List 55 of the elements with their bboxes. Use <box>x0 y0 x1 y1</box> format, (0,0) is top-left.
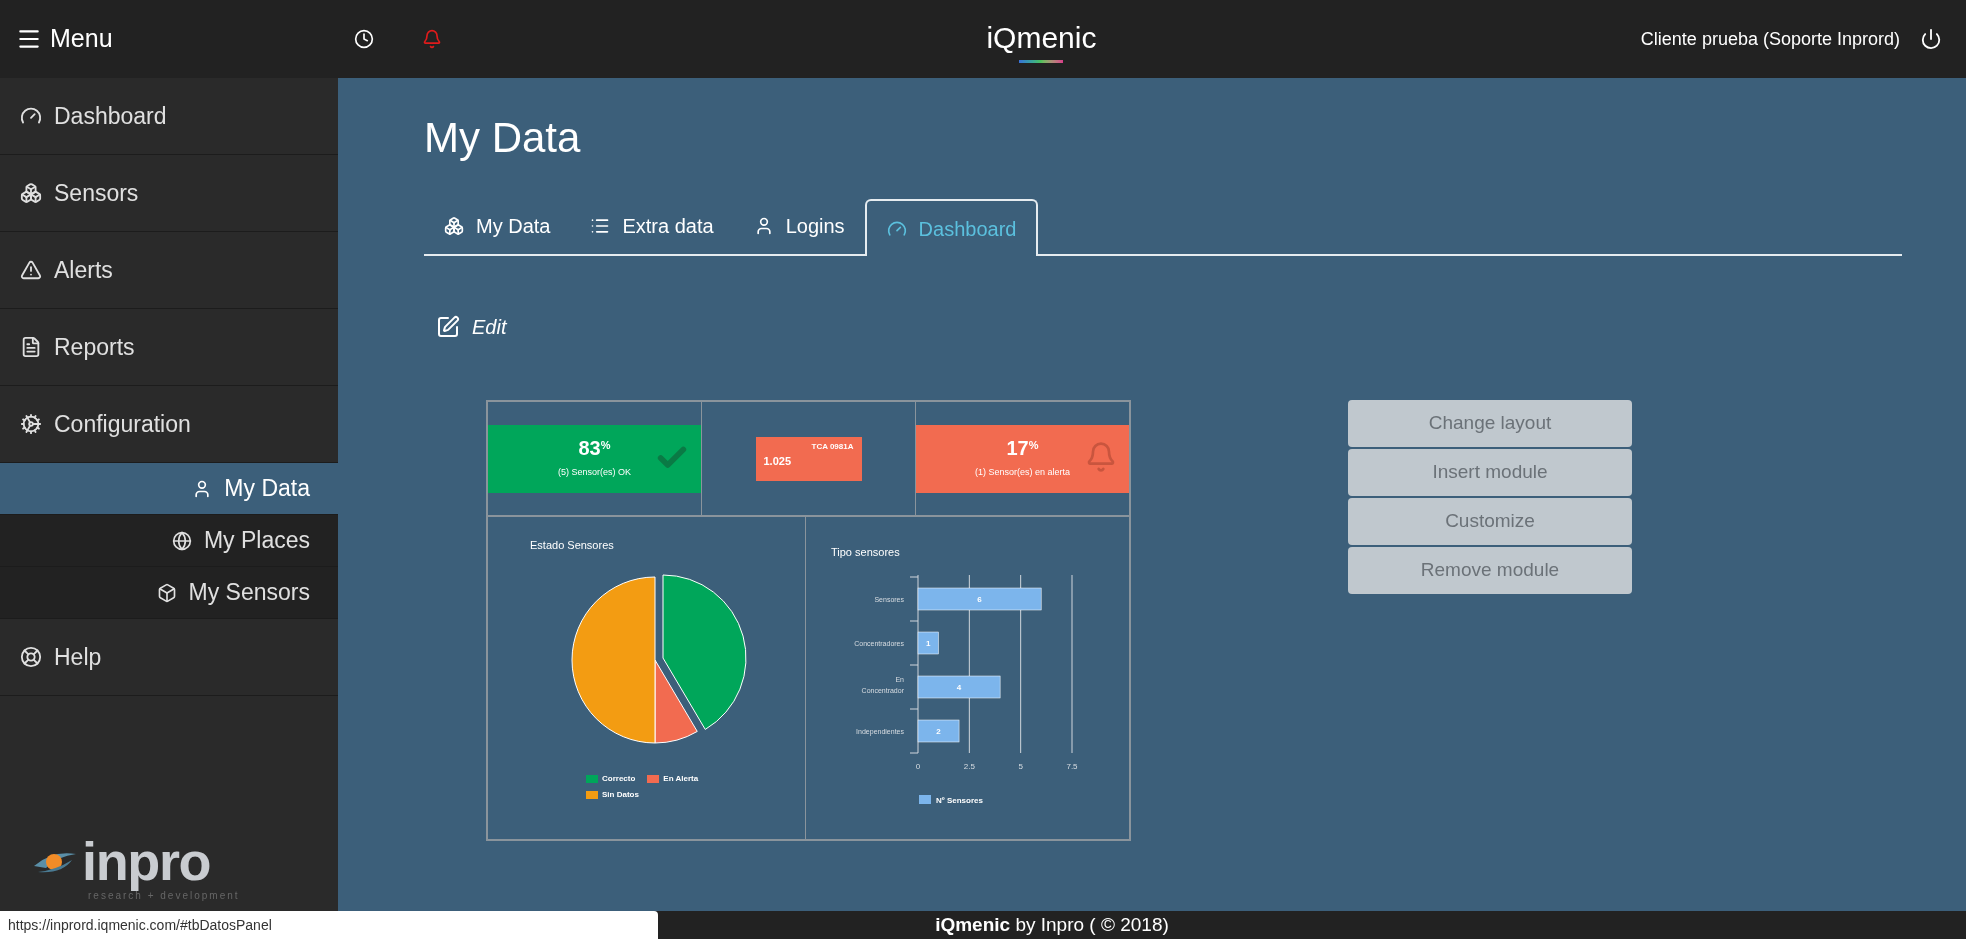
bar <box>917 719 960 743</box>
legend-swatch <box>919 795 931 804</box>
axis-tick-label: 0 <box>915 762 921 771</box>
warning-icon <box>20 259 42 281</box>
tab[interactable]: Extra data <box>570 197 734 254</box>
chart-title: Estado Sensores <box>530 538 614 553</box>
sidebar-item[interactable]: Reports <box>0 309 338 386</box>
sidebar-item[interactable]: Dashboard <box>0 78 338 155</box>
globe-icon <box>171 530 192 551</box>
tab[interactable]: My Data <box>424 197 571 254</box>
sidebar-subitem[interactable]: My Places <box>0 515 338 567</box>
gears-icon <box>20 413 42 435</box>
bar <box>917 631 939 655</box>
boxes-icon <box>444 215 464 236</box>
legend-label: Nº Sensores <box>936 796 983 805</box>
sidebar-subitem[interactable]: My Data <box>0 463 338 515</box>
chart-title: Tipo sensores <box>831 546 900 558</box>
stat-caption: (5) Sensor(es) OK <box>558 465 631 479</box>
power-icon[interactable] <box>1920 28 1942 50</box>
sidebar-item[interactable]: Help <box>0 619 338 696</box>
legend-label: En Alerta <box>663 773 699 785</box>
stat-value: 83$^{%}$ <box>578 437 611 458</box>
clock-icon[interactable] <box>354 29 374 49</box>
footer-credit: iQmenic by Inpro ( © 2018) <box>935 912 1169 937</box>
edit-link[interactable]: Edit <box>436 312 507 342</box>
stat-caption: (1) Sensor(es) en alerta <box>974 465 1070 479</box>
lifebuoy-icon <box>20 646 42 668</box>
legend-label: Sin Datos <box>602 789 639 801</box>
edit-icon <box>436 315 460 339</box>
app-title: iQmenic <box>986 20 1097 56</box>
bar-value-label: 1 <box>926 639 931 648</box>
legend-label: Correcto <box>602 773 636 785</box>
axis-tick-label: 2.5 <box>963 762 975 771</box>
sensor-name: TCA 0981A <box>811 440 854 453</box>
axis-tick-label: 5 <box>1018 762 1023 771</box>
sidebar-subitem[interactable]: My Sensors <box>0 567 338 619</box>
user-name[interactable]: Cliente prueba (Soporte Inprord) <box>1640 25 1900 53</box>
boxes-icon <box>20 182 42 204</box>
document-icon <box>20 336 42 358</box>
bar-value-label: 2 <box>936 727 941 736</box>
url-tooltip: https://inprord.iqmenic.com/#tbDatosPanel <box>0 911 658 939</box>
sidebar-item[interactable]: Sensors <box>0 155 338 232</box>
menu-button[interactable]: Menu <box>16 20 354 58</box>
page-title: My Data <box>424 113 582 163</box>
sensor-value: 1.025 <box>763 453 793 469</box>
axis-tick-label: 7.5 <box>1066 762 1078 771</box>
tab[interactable]: Logins <box>733 197 865 254</box>
cube-icon <box>156 582 177 603</box>
stat-value: 17$^{%}$ <box>1006 437 1039 458</box>
sidebar-item[interactable]: Alerts <box>0 232 338 309</box>
bar-value-label: 6 <box>977 595 982 604</box>
bell-icon <box>1085 440 1117 473</box>
bar-value-label: 4 <box>956 683 962 692</box>
logo-tagline: research + development <box>88 890 240 903</box>
bell-icon[interactable] <box>422 29 442 49</box>
